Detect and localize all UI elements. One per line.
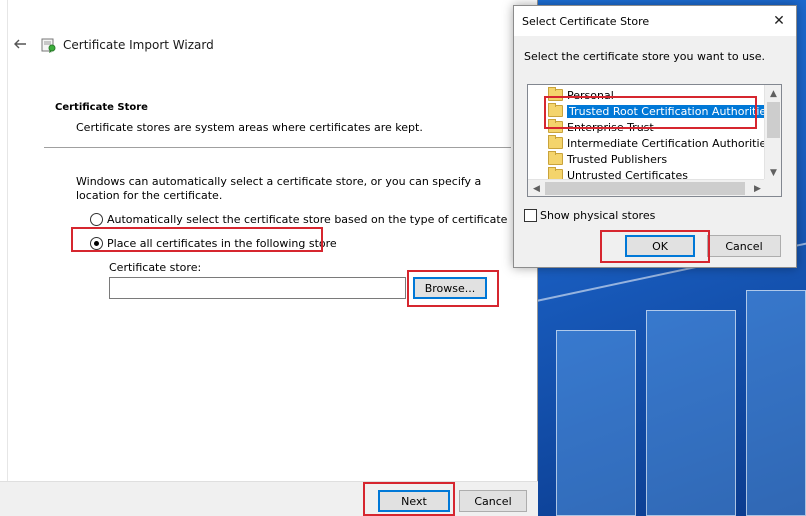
ok-button[interactable]: OK [625, 235, 695, 257]
scroll-corner [764, 179, 781, 196]
certificate-import-wizard: Certificate Import Wizard Certificate St… [0, 0, 538, 516]
show-physical-checkbox[interactable] [524, 209, 537, 222]
certificate-icon [41, 38, 56, 53]
dialog-titlebar: Select Certificate Store ✕ [514, 6, 796, 36]
next-button[interactable]: Next [378, 490, 450, 512]
tree-item-enterprise-trust[interactable]: Enterprise Trust [548, 119, 654, 135]
wizard-footer: Next Cancel [0, 481, 538, 516]
radio-place-label: Place all certificates in the following … [107, 236, 337, 250]
radio-auto-label: Automatically select the certificate sto… [107, 212, 508, 226]
info-text: Windows can automatically select a certi… [76, 175, 482, 202]
folder-icon [548, 135, 563, 149]
folder-icon [548, 87, 563, 101]
tree-item-personal[interactable]: Personal [548, 87, 614, 103]
tree-item-trusted-publishers[interactable]: Trusted Publishers [548, 151, 667, 167]
radio-place-in-store[interactable]: Place all certificates in the following … [90, 235, 337, 251]
scroll-up-icon[interactable]: ▲ [765, 85, 781, 102]
store-tree[interactable]: Personal Trusted Root Certification Auth… [527, 84, 782, 197]
back-arrow-icon[interactable] [12, 36, 28, 52]
scroll-left-icon[interactable]: ◀ [528, 180, 545, 196]
browse-button[interactable]: Browse... [413, 277, 487, 299]
tree-item-intermediate[interactable]: Intermediate Certification Authorities [548, 135, 772, 151]
vertical-scroll-thumb[interactable] [767, 102, 780, 138]
folder-icon [548, 103, 563, 117]
radio-auto-button[interactable] [90, 212, 103, 226]
dialog-cancel-button[interactable]: Cancel [707, 235, 781, 257]
tree-item-label: Trusted Root Certification Authorities [567, 104, 774, 118]
window-edge [0, 0, 8, 516]
select-certificate-store-dialog: Select Certificate Store ✕ Select the ce… [513, 5, 797, 268]
folder-icon [548, 151, 563, 165]
tree-item-label: Trusted Publishers [567, 152, 668, 166]
tree-item-label: Enterprise Trust [567, 120, 654, 134]
radio-place-button[interactable] [90, 236, 103, 250]
section-title: Certificate Store [55, 102, 148, 113]
folder-icon [548, 119, 563, 133]
dialog-prompt: Select the certificate store you want to… [524, 50, 766, 63]
dialog-title: Select Certificate Store [522, 15, 650, 28]
radio-auto-select[interactable]: Automatically select the certificate sto… [90, 211, 507, 227]
certificate-store-field[interactable] [109, 277, 406, 299]
horizontal-scroll-thumb[interactable] [545, 182, 745, 195]
cancel-button[interactable]: Cancel [459, 490, 527, 512]
show-physical-label: Show physical stores [540, 209, 656, 222]
tree-item-label: Intermediate Certification Authorities [567, 136, 773, 150]
wizard-title: Certificate Import Wizard [63, 38, 214, 52]
tree-item-trusted-root[interactable]: Trusted Root Certification Authorities [548, 103, 774, 119]
certificate-store-label: Certificate store: [109, 261, 202, 274]
vertical-scrollbar[interactable]: ▲ ▼ [764, 85, 781, 181]
horizontal-scrollbar[interactable]: ◀ ▶ [528, 179, 766, 196]
show-physical-stores[interactable]: Show physical stores [524, 209, 655, 222]
section-description: Certificate stores are system areas wher… [76, 121, 423, 134]
tree-item-label: Personal [567, 88, 614, 102]
divider [44, 147, 511, 148]
close-icon[interactable]: ✕ [762, 6, 796, 36]
